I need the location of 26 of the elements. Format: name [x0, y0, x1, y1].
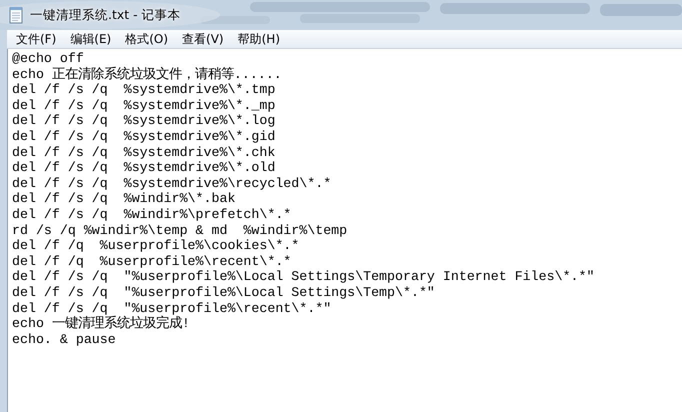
- code-line: del /f /s /q "%userprofile%\recent\*.*": [12, 300, 332, 316]
- notepad-icon: [8, 6, 24, 24]
- code-line: del /f /s /q %windir%\*.bak: [12, 191, 236, 207]
- menu-item[interactable]: 编辑(E): [63, 30, 118, 48]
- code-line: del /f /s /q %systemdrive%\*.tmp: [12, 82, 276, 98]
- code-line: del /f /q %userprofile%\cookies\*.*: [12, 238, 300, 254]
- code-line: del /f /s /q %systemdrive%\*.gid: [12, 128, 276, 145]
- code-line: del /f /s /q %systemdrive%\*.chk: [12, 144, 276, 160]
- code-line: del /f /s /q %systemdrive%\*.log: [12, 113, 276, 129]
- menu-item[interactable]: 文件(F): [9, 30, 64, 48]
- code-line: del /f /s /q %windir%\prefetch\*.*: [12, 206, 292, 223]
- code-line: rd /s /q %windir%\temp & md %windir%\temp: [12, 222, 348, 238]
- code-line: del /f /s /q %systemdrive%\*.old: [12, 160, 276, 176]
- code-line: del /f /s /q "%userprofile%\Local Settings\Temporary Internet Files\*.*": [12, 269, 596, 285]
- code-line: del /f /s /q %systemdrive%\recycled\*.*: [12, 176, 332, 192]
- menu-item[interactable]: 帮助(H): [230, 30, 287, 48]
- code-line: @echo off: [12, 51, 85, 67]
- code-line: del /f /s /q %systemdrive%\*._mp: [12, 98, 276, 114]
- code-line: echo. & pause: [12, 332, 117, 348]
- window-title: 一键清理系统.txt - 记事本: [30, 6, 181, 24]
- code-line: echo 正在清除系统垃圾文件，请稍等......: [12, 66, 283, 82]
- code-line: echo 一键清理系统垃圾完成!: [12, 316, 190, 332]
- code-line: del /f /q %userprofile%\recent\*.*: [12, 254, 292, 270]
- menu-item[interactable]: 查看(V): [175, 30, 231, 48]
- code-line: del /f /s /q "%userprofile%\Local Settings\Temp\*.*": [12, 284, 436, 300]
- menu-item[interactable]: 格式(O): [118, 30, 176, 48]
